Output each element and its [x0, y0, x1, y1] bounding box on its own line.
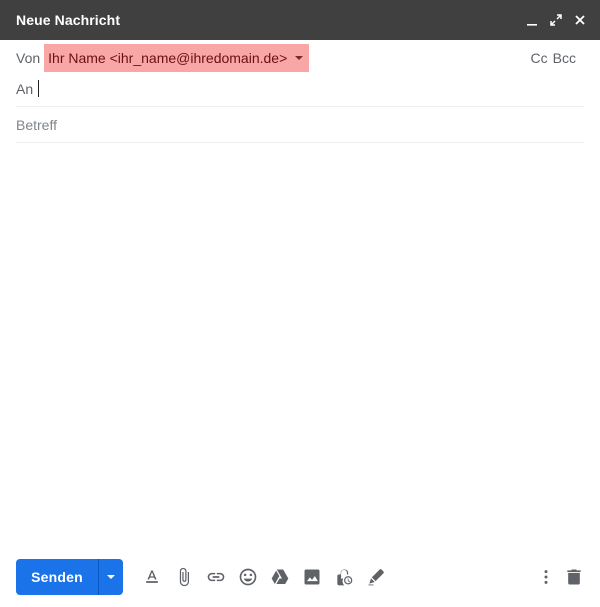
- format-text-icon[interactable]: [136, 561, 168, 593]
- compose-title-bar[interactable]: Neue Nachricht: [0, 0, 600, 40]
- compose-body: Von Ihr Name <ihr_name@ihredomain.de> Cc…: [0, 40, 600, 607]
- attach-icon[interactable]: [168, 561, 200, 593]
- minimize-icon[interactable]: [524, 12, 540, 28]
- chevron-down-icon: [107, 575, 115, 579]
- close-icon[interactable]: [572, 12, 588, 28]
- more-options-icon[interactable]: [532, 561, 560, 593]
- cc-bcc-links: Cc Bcc: [531, 44, 576, 72]
- emoji-icon[interactable]: [232, 561, 264, 593]
- compose-toolbar: Senden: [16, 559, 588, 595]
- compose-secondary-tools: [532, 561, 588, 593]
- to-row: An: [16, 72, 584, 107]
- subject-placeholder: Betreff: [16, 116, 57, 133]
- cc-link[interactable]: Cc: [531, 50, 548, 66]
- fullscreen-icon[interactable]: [548, 12, 564, 28]
- bcc-link[interactable]: Bcc: [553, 50, 576, 66]
- confidential-mode-icon[interactable]: [328, 561, 360, 593]
- message-body-editor[interactable]: [16, 144, 584, 548]
- link-icon[interactable]: [200, 561, 232, 593]
- send-button-group: Senden: [16, 559, 123, 595]
- from-address-value: Ihr Name <ihr_name@ihredomain.de>: [48, 50, 288, 66]
- subject-field[interactable]: Betreff: [16, 107, 584, 143]
- to-input[interactable]: [37, 79, 584, 99]
- trash-icon[interactable]: [560, 561, 588, 593]
- from-address-select[interactable]: Ihr Name <ihr_name@ihredomain.de>: [44, 44, 310, 72]
- send-options-button[interactable]: [99, 559, 123, 595]
- formatting-tools: [136, 561, 392, 593]
- signature-icon[interactable]: [360, 561, 392, 593]
- from-row: Von Ihr Name <ihr_name@ihredomain.de> Cc…: [16, 44, 584, 72]
- compose-title: Neue Nachricht: [16, 12, 121, 28]
- window-controls: [524, 12, 588, 28]
- send-button[interactable]: Senden: [16, 559, 98, 595]
- chevron-down-icon: [295, 56, 304, 60]
- from-label: Von: [16, 50, 41, 66]
- to-label: An: [16, 81, 34, 97]
- image-icon[interactable]: [296, 561, 328, 593]
- text-cursor: [38, 80, 40, 97]
- drive-icon[interactable]: [264, 561, 296, 593]
